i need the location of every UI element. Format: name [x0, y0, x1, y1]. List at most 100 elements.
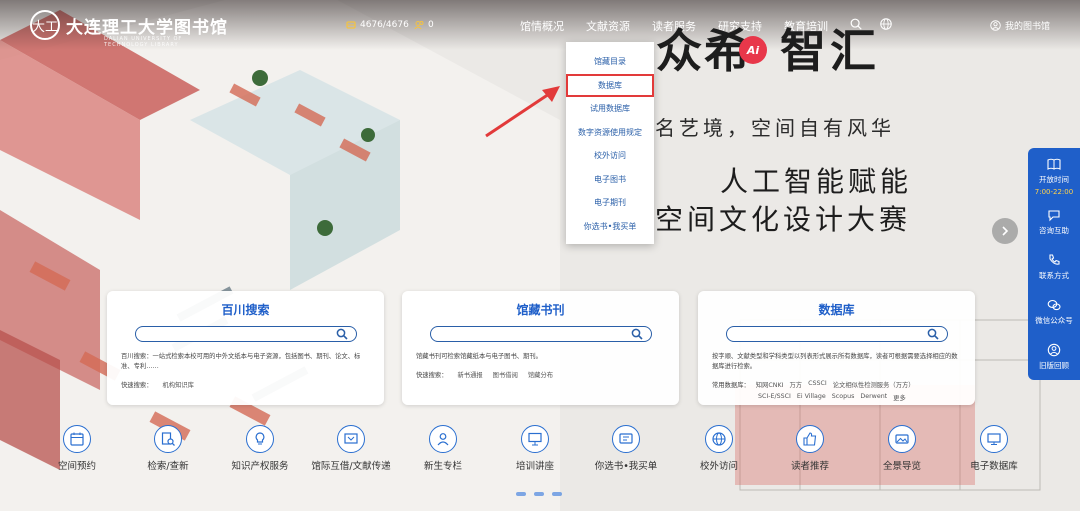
quick-link-off-campus[interactable]: 校外访问 [669, 425, 769, 472]
dropdown-item-ejournals[interactable]: 电子期刊 [566, 191, 654, 215]
quick-link-lectures[interactable]: 培训讲座 [485, 425, 585, 472]
quick-link-label: 培训讲座 [515, 461, 554, 472]
quick-search-label: 快速搜索： [121, 381, 153, 389]
quick-link-label: 检索/查新 [147, 461, 189, 472]
university-seal-icon: 大工 [30, 10, 60, 40]
link-derwent[interactable]: Derwent [860, 393, 887, 402]
hero-ai-badge: Ai [739, 36, 767, 64]
pager-dot[interactable] [552, 492, 562, 496]
book-open-icon [1047, 158, 1061, 170]
quick-link-label: 新生专栏 [423, 461, 462, 472]
quick-link-label: 馆际互借/文献传递 [311, 461, 391, 472]
hero-line-1: 人工智能赋能 [720, 165, 913, 198]
sidebar-label-consult: 咨询互助 [1039, 225, 1069, 235]
search-icon[interactable] [631, 328, 643, 340]
search-icon[interactable] [927, 328, 939, 340]
card-links: 快速搜索： 机构知识库 [121, 380, 370, 389]
quick-link-e-database[interactable]: 电子数据库 [944, 425, 1044, 472]
resources-dropdown: 馆藏目录 数据库 试用数据库 数字资源使用规定 校外访问 电子图书 电子期刊 你… [566, 42, 654, 244]
my-library-link[interactable]: 我的图书馆 [990, 19, 1050, 32]
hero-word-2: 智汇 [780, 24, 880, 78]
wechat-icon [1047, 299, 1061, 310]
quick-link-reader-recommend[interactable]: 读者推荐 [760, 425, 860, 472]
dropdown-item-digital-rules[interactable]: 数字资源使用规定 [566, 121, 654, 145]
sidebar-label-wechat: 微信公众号 [1035, 315, 1073, 325]
link-book-borrowing[interactable]: 图书借阅 [493, 370, 518, 379]
language-icon[interactable] [878, 16, 894, 32]
dropdown-item-book-request[interactable]: 你选书•我买单 [566, 215, 654, 239]
dropdown-item-catalog[interactable]: 馆藏目录 [566, 50, 654, 74]
book-cart-icon [619, 433, 633, 444]
card-database-search: 数据库 按字顺、文献类型和学科类型以列表形式展示所有数据库，读者可根据需要选择相… [698, 291, 975, 405]
link-scopus[interactable]: Scopus [832, 393, 855, 402]
card-title: 馆藏书刊 [516, 303, 565, 317]
thumbs-up-icon [803, 432, 817, 446]
card-description: 按字顺、文献类型和学科类型以列表形式展示所有数据库，读者可根据需要选择相应的数据… [712, 353, 958, 370]
dropdown-item-off-campus[interactable]: 校外访问 [566, 144, 654, 168]
phone-icon [1049, 253, 1060, 265]
link-more[interactable]: 更多 [893, 393, 906, 402]
library-logo[interactable]: 大工 大连理工大学图书馆 DALIAN UNIVERSITY OF TECHNO… [30, 10, 228, 48]
search-icon[interactable] [336, 328, 348, 340]
hero-line-2: 空间文化设计大赛 [655, 203, 912, 236]
link-similarity-check[interactable]: 论文相似性检测服务（万方） [833, 380, 915, 389]
search-input[interactable] [429, 326, 652, 342]
quick-links-bar: 空间预约 检索/查新 知识产权服务 馆际互借/文献传递 新生专栏 培训讲座 你选… [0, 425, 1080, 487]
quick-link-book-request[interactable]: 你选书•我买单 [576, 425, 676, 472]
quick-link-space-booking[interactable]: 空间预约 [27, 425, 127, 472]
carousel-next-button[interactable] [992, 218, 1018, 244]
quick-link-label: 读者推荐 [790, 461, 829, 472]
pager-dot[interactable] [516, 492, 526, 496]
link-collection-distribution[interactable]: 馆藏分布 [528, 370, 553, 379]
user-counter: 0 [414, 20, 434, 30]
quick-link-ill[interactable]: 馆际互借/文献传递 [301, 425, 401, 472]
nav-overview[interactable]: 馆情概况 [520, 18, 564, 34]
link-cnki[interactable]: 知网CNKI [756, 380, 784, 389]
card-title: 数据库 [818, 303, 855, 317]
search-input[interactable] [725, 326, 948, 342]
link-new-books[interactable]: 新书通报 [457, 370, 482, 379]
dropdown-item-database[interactable]: 数据库 [566, 73, 654, 97]
link-cssci[interactable]: CSSCI [808, 380, 827, 389]
sidebar-item-old-version[interactable]: 旧版回顾 [1028, 334, 1080, 379]
quick-link-label: 校外访问 [699, 461, 738, 472]
quick-link-panorama[interactable]: 全景导览 [852, 425, 952, 472]
sidebar-item-consult[interactable]: 咨询互助 [1028, 199, 1080, 244]
quick-link-label: 电子数据库 [970, 461, 1018, 472]
person-icon [437, 433, 449, 446]
link-ei-village[interactable]: Ei Village [797, 393, 826, 402]
dropdown-item-trial-database[interactable]: 试用数据库 [566, 97, 654, 121]
user-circle-icon [1047, 343, 1061, 356]
calendar-icon [70, 432, 84, 446]
seat-count: 4676/4676 [360, 20, 409, 30]
card-collection-search: 馆藏书刊 馆藏书刊可检索馆藏纸本与电子图书、期刊。 快速搜索： 新书通报 图书借… [402, 291, 679, 405]
quick-link-search-novelty[interactable]: 检索/查新 [118, 425, 218, 472]
quick-link-label: 全景导览 [882, 461, 921, 472]
quick-search-label: 快速搜索： [416, 371, 448, 379]
account-icon [990, 20, 1001, 31]
pager-dot[interactable] [534, 492, 544, 496]
chevron-right-icon [1002, 226, 1009, 236]
sidebar-label-contact: 联系方式 [1039, 270, 1069, 280]
sidebar-label-opening-hours: 开放时间 [1039, 175, 1069, 184]
card-description: 馆藏书刊可检索馆藏纸本与电子图书、期刊。 [416, 353, 542, 360]
quick-link-label: 空间预约 [57, 461, 96, 472]
card-links: 常用数据库： 知网CNKI 万方 CSSCI 论文相似性检测服务（万方） SCI… [712, 380, 961, 402]
link-wanfang[interactable]: 万方 [789, 380, 802, 389]
lecture-icon [528, 432, 542, 446]
sidebar-item-opening-hours[interactable]: 开放时间 7:00-22:00 [1028, 154, 1080, 199]
sidebar-item-wechat[interactable]: 微信公众号 [1028, 289, 1080, 334]
quick-links-pager[interactable] [516, 492, 562, 496]
link-sci-e-ssci[interactable]: SCI-E/SSCI [758, 393, 791, 402]
library-subtitle: DALIAN UNIVERSITY OF TECHNOLOGY LIBRARY [104, 36, 183, 48]
dropdown-item-ebooks[interactable]: 电子图书 [566, 168, 654, 192]
sidebar-item-contact[interactable]: 联系方式 [1028, 244, 1080, 289]
search-input[interactable] [134, 326, 357, 342]
quick-link-freshman[interactable]: 新生专栏 [393, 425, 493, 472]
quick-link-ip-service[interactable]: 知识产权服务 [210, 425, 310, 472]
nav-resources[interactable]: 文献资源 [586, 18, 630, 34]
seat-counter: 4676/4676 [346, 20, 409, 30]
link-institutional-repository[interactable]: 机构知识库 [162, 380, 193, 389]
library-title: 大连理工大学图书馆 [66, 17, 228, 38]
my-library-label: 我的图书馆 [1005, 22, 1051, 32]
